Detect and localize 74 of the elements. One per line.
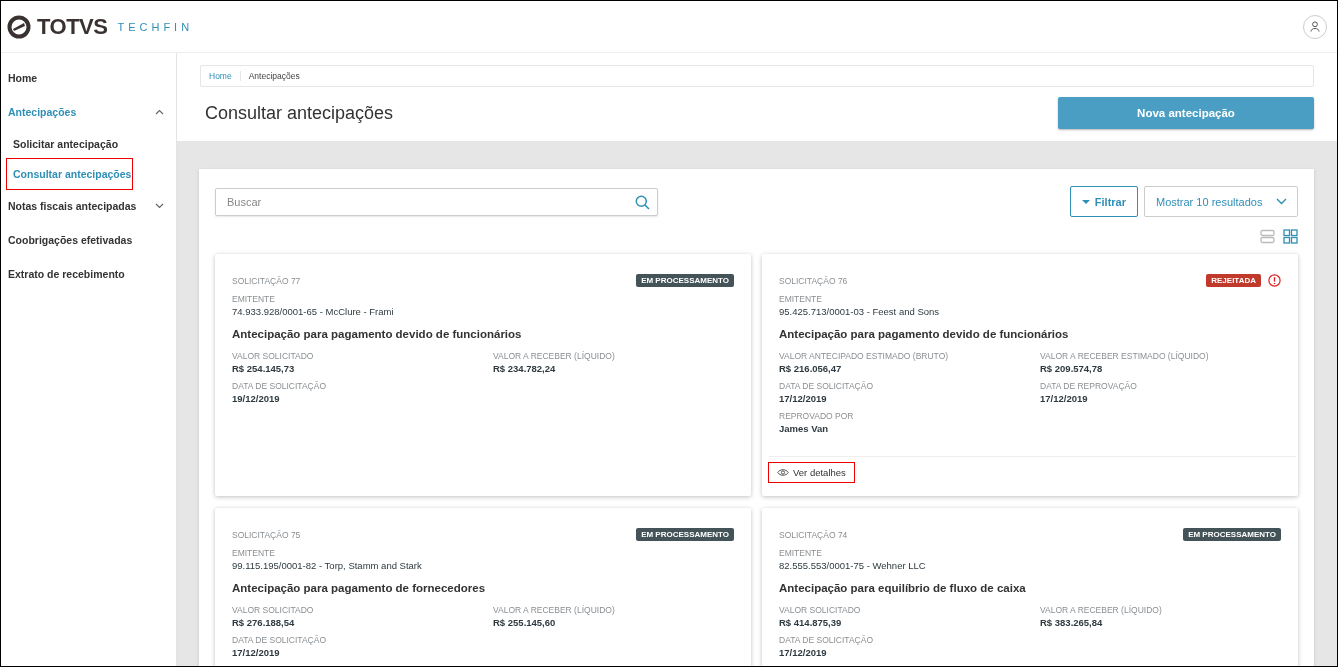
brand-name: TOTVS (37, 13, 108, 40)
field-value: 17/12/2019 (1040, 393, 1089, 404)
filter-icon (1081, 199, 1090, 204)
brand-subtitle: TECHFIN (117, 20, 194, 33)
field-value: R$ 234.782,24 (493, 363, 557, 374)
field-label: VALOR SOLICITADO (232, 351, 315, 361)
sidebar-item[interactable]: Extrato de recebimento (1, 257, 176, 291)
details-link[interactable]: Ver detalhes (769, 463, 854, 482)
field-value: 19/12/2019 (232, 393, 281, 404)
card-purpose: Antecipação para pagamento de fornecedores (232, 582, 487, 594)
sidebar-item[interactable]: Notas fiscais antecipadas (1, 189, 176, 223)
field-label: EMITENTE (779, 294, 823, 304)
page-title: Consultar antecipações (204, 102, 394, 124)
list-view-icon[interactable] (1260, 229, 1275, 244)
search-icon (635, 194, 650, 210)
status-badge: EM PROCESSAMENTO (636, 274, 734, 287)
field-value: R$ 209.574,78 (1040, 363, 1104, 374)
sidebar-item[interactable]: Consultar antecipações (7, 159, 132, 189)
field-label: REPROVADO POR (779, 411, 855, 421)
sidebar-item[interactable]: Antecipações (1, 95, 176, 129)
field-value: 95.425.713/0001-03 - Feest and Sons (779, 306, 941, 317)
sidebar-item[interactable]: Home (1, 61, 176, 95)
status-badge: EM PROCESSAMENTO (636, 528, 734, 541)
search-field[interactable]: Buscar (215, 187, 658, 216)
field-label: VALOR A RECEBER (LÍQUIDO) (493, 605, 616, 615)
field-label: DATA DE SOLICITAÇÃO (779, 381, 874, 391)
field-value: 17/12/2019 (779, 647, 828, 658)
field-value: 17/12/2019 (232, 647, 281, 658)
field-value: R$ 216.056,47 (779, 363, 843, 374)
field-label: DATA DE SOLICITAÇÃO (232, 381, 327, 391)
field-label: VALOR SOLICITADO (232, 605, 315, 615)
field-value: 99.115.195/0001-82 - Torp, Stamm and Stark (232, 560, 423, 571)
sidebar-item[interactable]: Coobrigações efetivadas (1, 223, 176, 257)
card-title: SOLICITAÇÃO 77 (232, 275, 301, 286)
field-value: 82.555.553/0001-75 - Wehner LLC (779, 560, 927, 571)
field-label: DATA DE REPROVAÇÃO (1040, 381, 1138, 391)
field-value: 74.933.928/0001-65 - McClure - Frami (232, 306, 395, 317)
field-value: R$ 414.875,39 (779, 617, 843, 628)
field-label: DATA DE SOLICITAÇÃO (232, 635, 327, 645)
field-label: DATA DE SOLICITAÇÃO (779, 635, 874, 645)
field-label: EMITENTE (232, 548, 276, 558)
card-title: SOLICITAÇÃO 76 (779, 275, 848, 286)
grid-view-icon[interactable] (1283, 229, 1298, 244)
alert-icon (1268, 274, 1281, 287)
field-label: VALOR A RECEBER (LÍQUIDO) (493, 351, 616, 361)
breadcrumb-item: Antecipações (247, 71, 301, 81)
chevron-icon (1276, 198, 1287, 205)
card-title: SOLICITAÇÃO 75 (232, 529, 301, 540)
field-value: 17/12/2019 (779, 393, 828, 404)
field-label: VALOR A RECEBER (LÍQUIDO) (1040, 605, 1163, 615)
card-title: SOLICITAÇÃO 74 (779, 529, 848, 540)
field-label: VALOR ANTECIPADO ESTIMADO (BRUTO) (779, 351, 950, 361)
field-value: R$ 254.145,73 (232, 363, 296, 374)
card-purpose: Antecipação para pagamento devido de funcionários (232, 328, 523, 340)
status-badge: EM PROCESSAMENTO (1183, 528, 1281, 541)
field-value: R$ 276.188,54 (232, 617, 296, 628)
chevron-icon (155, 203, 164, 209)
filter-button[interactable]: Filtrar (1069, 186, 1138, 217)
field-label: EMITENTE (779, 548, 823, 558)
sidebar-item[interactable]: Solicitar antecipação (7, 129, 132, 159)
logo-icon (7, 14, 31, 39)
breadcrumb-item[interactable]: Home (201, 71, 241, 81)
card-purpose: Antecipação para pagamento devido de funcionários (779, 328, 1070, 340)
field-value: R$ 255.145,60 (493, 617, 557, 628)
field-label: VALOR SOLICITADO (779, 605, 862, 615)
results-dropdown[interactable]: Mostrar 10 resultados (1144, 186, 1298, 217)
chevron-icon (155, 109, 164, 115)
field-value: James Van (779, 423, 830, 434)
eye-icon (777, 468, 789, 477)
field-value: R$ 383.265,84 (1040, 617, 1104, 628)
field-label: EMITENTE (232, 294, 276, 304)
field-label: VALOR A RECEBER ESTIMADO (LÍQUIDO) (1040, 351, 1210, 361)
card-purpose: Antecipação para equilíbrio de fluxo de caixa (779, 582, 1027, 594)
status-badge: REJEITADA (1206, 274, 1261, 287)
